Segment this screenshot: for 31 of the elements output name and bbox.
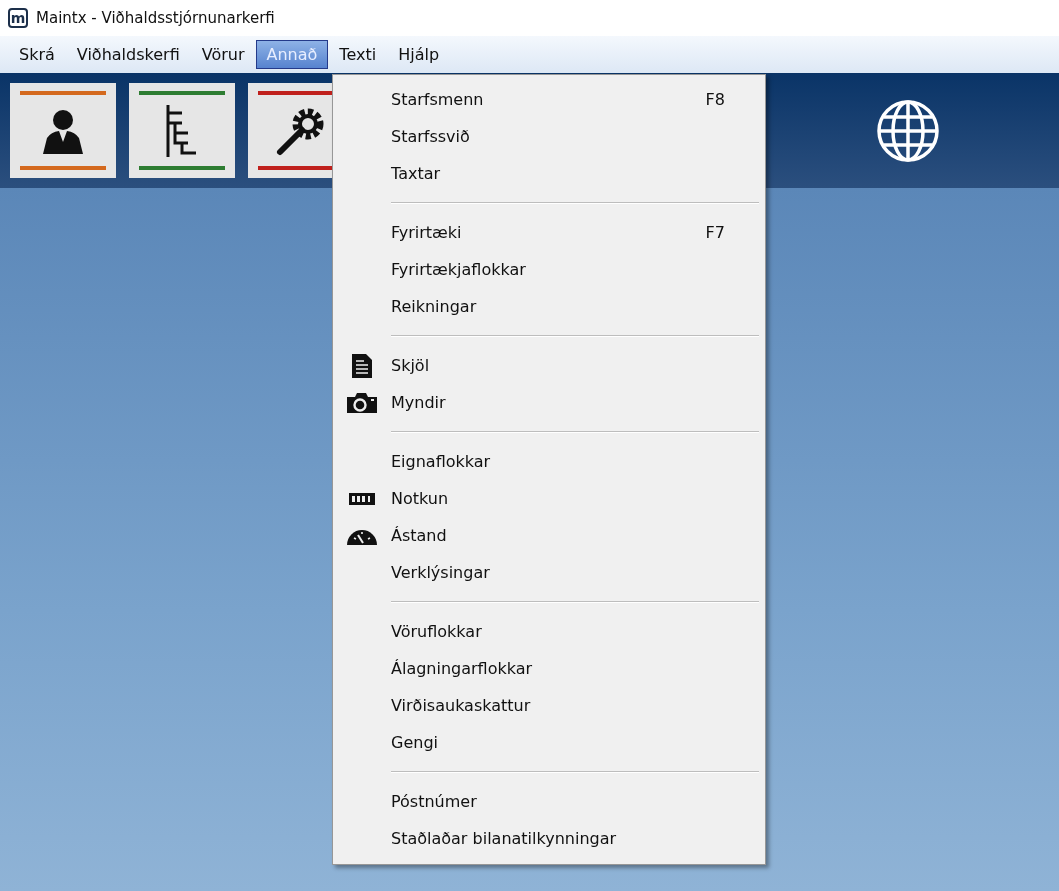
- menu-entry[interactable]: Starfsmenn F8: [333, 81, 765, 118]
- menu-item[interactable]: Vörur: [190, 40, 256, 69]
- document-icon: [351, 352, 373, 379]
- menu-entry[interactable]: Taxtar: [333, 155, 765, 192]
- menu-entry[interactable]: Verklýsingar: [333, 554, 765, 591]
- counter-icon: [349, 492, 375, 505]
- menu-entry[interactable]: Staðlaðar bilanatilkynningar: [333, 820, 765, 857]
- window-title: Maintx - Viðhaldsstjórnunarkerfi: [36, 9, 275, 27]
- menu-entry[interactable]: Fyrirtækjaflokkar: [333, 251, 765, 288]
- menu-entry[interactable]: Vöruflokkar: [333, 613, 765, 650]
- camera-icon: [346, 391, 378, 414]
- menu-entry[interactable]: Notkun: [333, 480, 765, 517]
- menu-entry[interactable]: Fyrirtæki F7: [333, 214, 765, 251]
- toolbar-button[interactable]: [10, 83, 116, 178]
- menu-entry[interactable]: Myndir: [333, 384, 765, 421]
- menu-item[interactable]: Texti: [328, 40, 388, 69]
- menu-entry[interactable]: Virðisaukaskattur: [333, 687, 765, 724]
- menu-entry[interactable]: Reikningar: [333, 288, 765, 325]
- menu-entry[interactable]: Starfssvið: [333, 118, 765, 155]
- menu-entry[interactable]: Póstnúmer: [333, 783, 765, 820]
- menu-item[interactable]: Hjálp: [387, 40, 451, 69]
- menu-item[interactable]: Skrá: [8, 40, 66, 69]
- app-icon: m: [8, 8, 28, 28]
- menu-entry[interactable]: Eignaflokkar: [333, 443, 765, 480]
- menu-entry[interactable]: Gengi: [333, 724, 765, 761]
- globe-icon[interactable]: [875, 97, 941, 164]
- menu-entry[interactable]: Skjöl: [333, 347, 765, 384]
- toolbar-button[interactable]: [129, 83, 235, 178]
- menu-item[interactable]: Viðhaldskerfi: [65, 40, 191, 69]
- menu-entry[interactable]: Álagningarflokkar: [333, 650, 765, 687]
- menu-entry[interactable]: Ástand: [333, 517, 765, 554]
